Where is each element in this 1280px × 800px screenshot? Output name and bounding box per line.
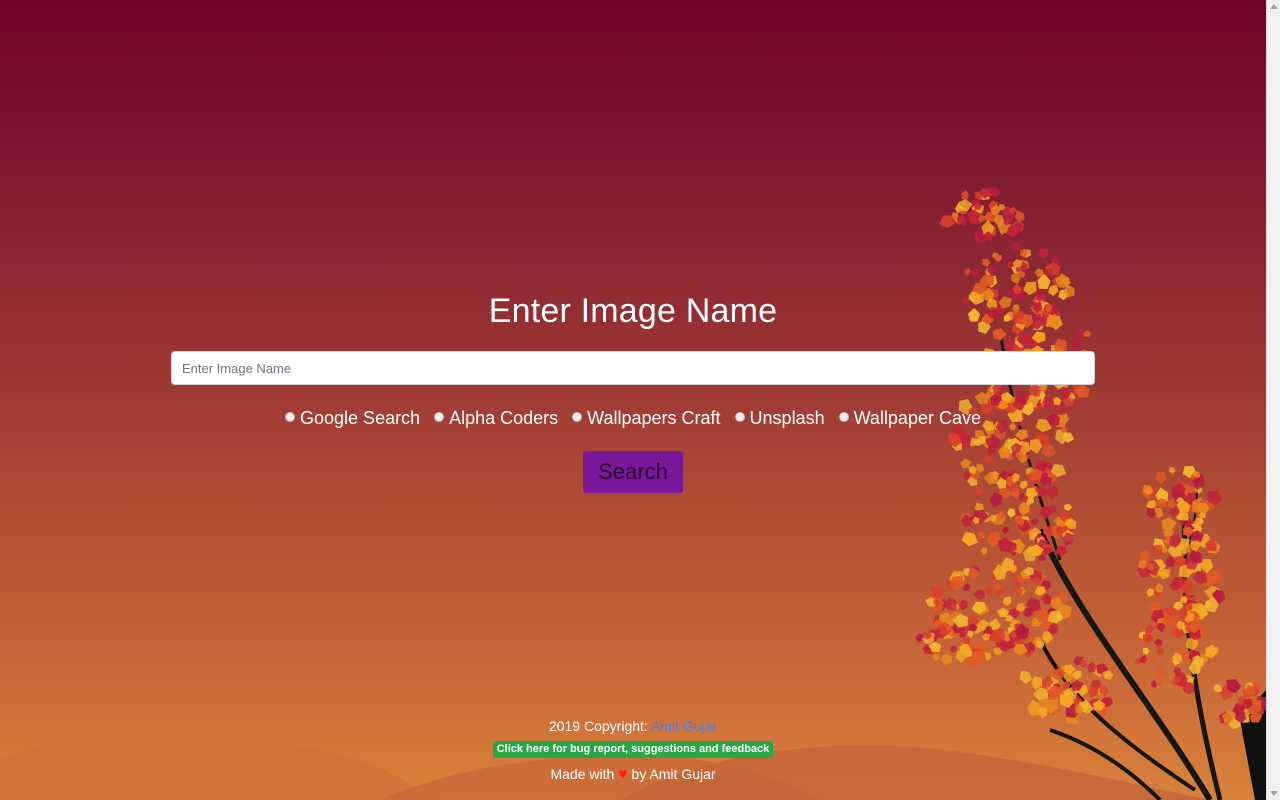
search-input[interactable] xyxy=(171,351,1095,385)
radio-unsplash[interactable]: Unsplash xyxy=(734,407,825,429)
by-author-text: by Amit Gujar xyxy=(631,766,716,782)
copyright-line: 2019 Copyright: Amit Gujar xyxy=(0,716,1266,736)
radio-button[interactable] xyxy=(285,411,296,422)
radio-button[interactable] xyxy=(838,411,849,422)
radio-google-search[interactable]: Google Search xyxy=(285,408,420,429)
scroll-down-arrow-icon[interactable] xyxy=(1270,791,1278,796)
made-with-text: Made with xyxy=(550,766,615,782)
source-options: Google Search Alpha Coders Wallpapers Cr… xyxy=(0,404,1266,432)
radio-alpha-coders[interactable]: Alpha Coders xyxy=(434,408,558,429)
radio-label: Unsplash xyxy=(749,407,825,428)
vertical-scrollbar[interactable] xyxy=(1266,0,1280,800)
scroll-up-arrow-icon[interactable] xyxy=(1270,4,1278,9)
radio-label: Google Search xyxy=(300,407,421,428)
heart-icon: ♥ xyxy=(618,766,628,783)
radio-button[interactable] xyxy=(572,411,583,422)
radio-button[interactable] xyxy=(734,411,745,422)
radio-label: Alpha Coders xyxy=(449,407,559,428)
radio-wallpapers-craft[interactable]: Wallpapers Craft xyxy=(572,407,721,429)
footer: 2019 Copyright: Amit Gujar Click here fo… xyxy=(0,716,1266,784)
search-panel: Enter Image Name Google Search Alpha Cod… xyxy=(0,0,1266,800)
radio-button[interactable] xyxy=(434,411,445,422)
feedback-badge[interactable]: Click here for bug report, suggestions a… xyxy=(492,741,774,758)
search-button[interactable]: Search xyxy=(583,451,683,493)
page-title: Enter Image Name xyxy=(488,292,778,330)
author-link[interactable]: Amit Gujar xyxy=(651,718,717,734)
radio-label: Wallpapers Craft xyxy=(587,407,721,428)
made-with-line: Made with ♥ by Amit Gujar xyxy=(0,764,1266,784)
copyright-text: 2019 Copyright: xyxy=(548,718,648,734)
radio-wallpaper-cave[interactable]: Wallpaper Cave xyxy=(838,407,981,429)
radio-label: Wallpaper Cave xyxy=(853,407,981,428)
